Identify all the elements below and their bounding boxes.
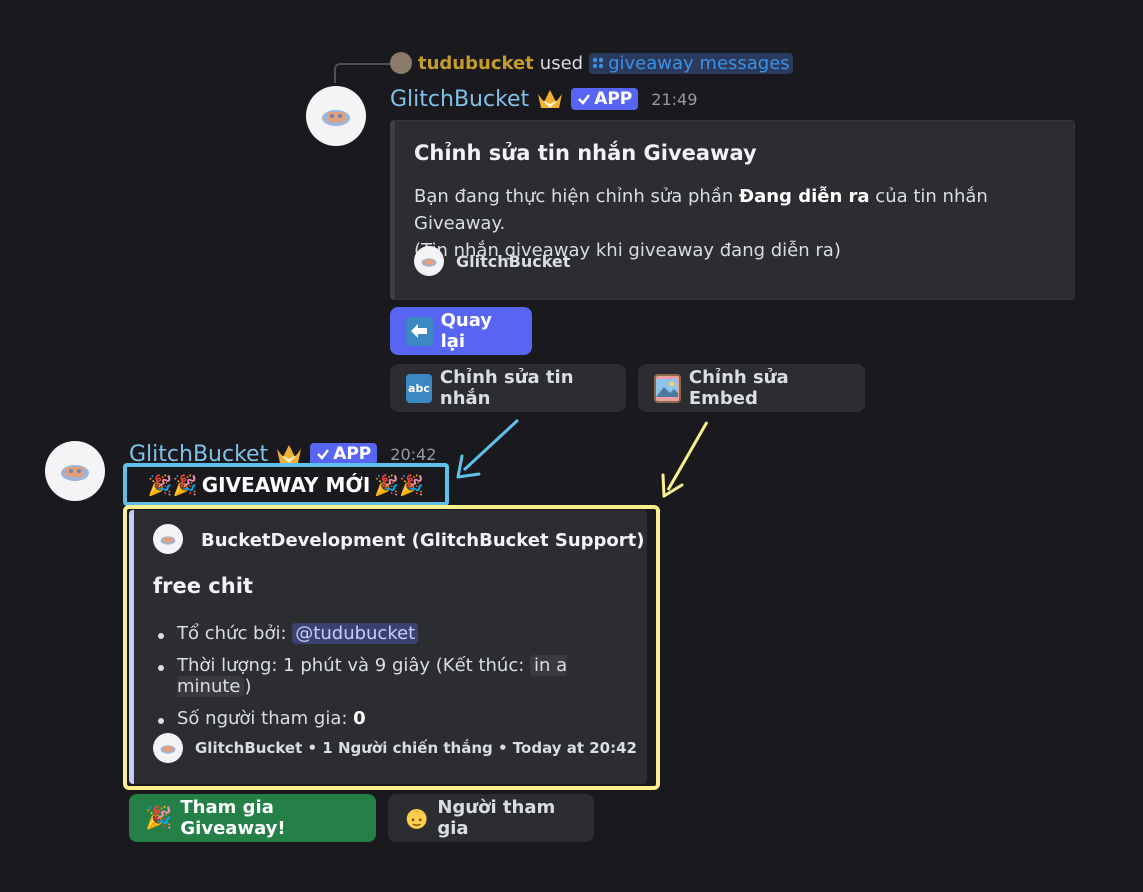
duration-close: ) [244, 676, 252, 697]
embed-footer-text-2: GlitchBucket • 1 Người chiến thắng • Tod… [195, 739, 637, 757]
list-item: Tổ chức bởi: @tudubucket [153, 623, 647, 644]
embed-2: BucketDevelopment (GlitchBucket Support)… [129, 510, 647, 784]
blue-arrow [456, 418, 520, 479]
badge-label-2: APP [333, 444, 372, 464]
party-popper-icon: 🎉🎉 [374, 472, 425, 497]
timestamp-2: 20:42 [390, 444, 437, 464]
join-label: Tham gia Giveaway! [180, 797, 286, 839]
duration-label: Thời lượng: 1 phút và 9 giây (Kết thúc: [177, 655, 531, 676]
participants-label: Số người tham gia: [177, 708, 354, 729]
list-item: Số người tham gia: 0 [153, 708, 647, 729]
embed-author-name[interactable]: BucketDevelopment (GlitchBucket Support) [201, 530, 645, 551]
bucket-logo-icon [160, 535, 176, 545]
participants-count: 0 [353, 708, 366, 729]
host-label: Tổ chức bởi: [177, 623, 293, 644]
message-content: GIVEAWAY MỚI [201, 472, 371, 497]
host-mention[interactable]: @tudubucket [292, 623, 419, 644]
participants-button[interactable]: Người tham gia [388, 794, 594, 842]
participants-button-label: Người tham gia [437, 797, 556, 839]
bucket-logo-icon [160, 744, 176, 754]
bot-avatar-2[interactable] [45, 441, 105, 501]
check-icon [317, 449, 330, 460]
join-giveaway-button[interactable]: 🎉 Tham gia Giveaway! [129, 794, 376, 842]
embed-description-list: Tổ chức bởi: @tudubucket Thời lượng: 1 p… [153, 623, 647, 740]
app-badge-2: APP [310, 443, 378, 465]
party-popper-icon: 🎉🎉 [147, 472, 198, 497]
bucket-logo-icon [61, 465, 89, 481]
yellow-arrow [661, 421, 709, 498]
list-item: Thời lượng: 1 phút và 9 giây (Kết thúc: … [153, 655, 647, 697]
embed-author-avatar [153, 524, 183, 554]
party-popper-icon: 🎉 [145, 805, 173, 831]
embed-title-2: free chit [153, 574, 253, 598]
embed-footer-avatar-2 [153, 733, 183, 763]
message-content-highlight: 🎉🎉 GIVEAWAY MỚI 🎉🎉 [123, 463, 449, 506]
person-icon [406, 808, 427, 829]
